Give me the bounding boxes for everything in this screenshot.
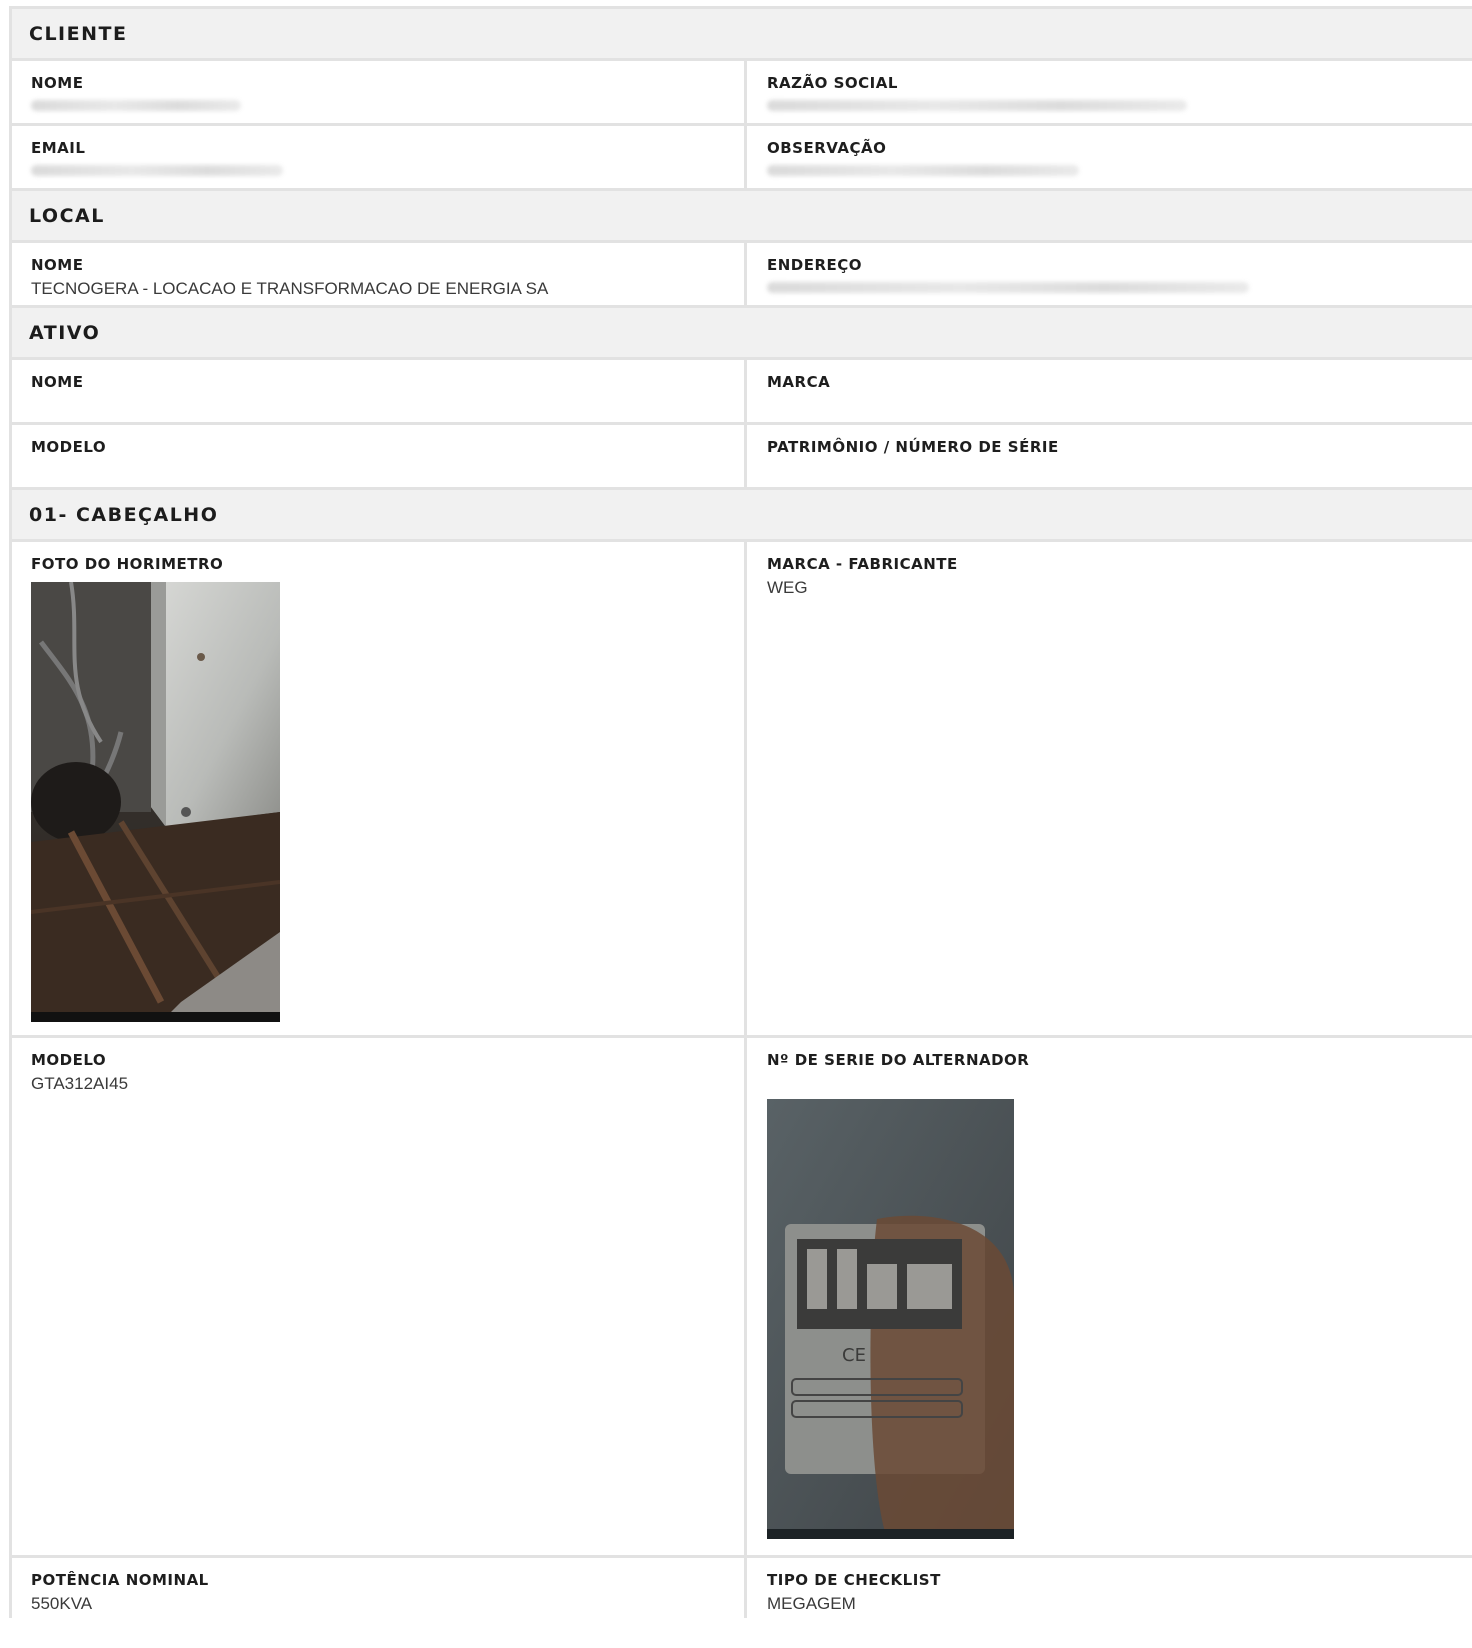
field-row: FOTO DO HORIMETRO MARCA - FABRICANTE WEG <box>12 542 1472 1038</box>
redacted-value <box>767 165 1079 176</box>
field-row: NOME RAZÃO SOCIAL <box>12 61 1472 126</box>
alternador-plate-photo-image: CE <box>767 1099 1014 1539</box>
field-row: EMAIL OBSERVAÇÃO <box>12 126 1472 191</box>
field-label: OBSERVAÇÃO <box>767 139 887 157</box>
section-header-cliente: CLIENTE <box>12 9 1472 61</box>
field-email: EMAIL <box>12 126 747 188</box>
field-label: FOTO DO HORIMETRO <box>31 555 224 573</box>
field-ativo-marca: MARCA <box>747 360 1472 422</box>
field-label: NOME <box>31 373 84 391</box>
field-modelo: MODELO GTA312AI45 <box>12 1038 747 1555</box>
ce-mark: CE <box>842 1345 866 1366</box>
field-ativo-modelo: MODELO <box>12 425 747 487</box>
section-header-local: LOCAL <box>12 191 1472 243</box>
section-header-cabecalho: 01- CABEÇALHO <box>12 490 1472 542</box>
field-label: POTÊNCIA NOMINAL <box>31 1571 209 1589</box>
section-title: ATIVO <box>29 321 101 344</box>
horimetro-photo[interactable] <box>31 582 280 1022</box>
field-value: 550KVA <box>31 1594 93 1613</box>
field-foto-horimetro: FOTO DO HORIMETRO <box>12 542 747 1035</box>
field-label: MARCA <box>767 373 831 391</box>
field-endereco: ENDEREÇO <box>747 243 1472 305</box>
alternador-plate-photo[interactable]: CE <box>767 1099 1014 1539</box>
field-label: TIPO DE CHECKLIST <box>767 1571 941 1589</box>
field-label: NOME <box>31 74 84 92</box>
field-label: MODELO <box>31 438 107 456</box>
field-row: POTÊNCIA NOMINAL 550KVA TIPO DE CHECKLIS… <box>12 1558 1472 1618</box>
section-title: 01- CABEÇALHO <box>29 503 219 526</box>
field-row: MODELO PATRIMÔNIO / NÚMERO DE SÉRIE <box>12 425 1472 490</box>
field-observacao: OBSERVAÇÃO <box>747 126 1472 188</box>
field-razao-social: RAZÃO SOCIAL <box>747 61 1472 123</box>
field-tipo-checklist: TIPO DE CHECKLIST MEGAGEM <box>747 1558 1472 1618</box>
field-value: MEGAGEM <box>767 1594 856 1613</box>
field-label: EMAIL <box>31 139 86 157</box>
redacted-value <box>767 100 1187 111</box>
field-value: WEG <box>767 578 808 597</box>
field-label: PATRIMÔNIO / NÚMERO DE SÉRIE <box>767 438 1059 456</box>
field-label: NOME <box>31 256 84 274</box>
field-label: MARCA - FABRICANTE <box>767 555 958 573</box>
checklist-report: CLIENTE NOME RAZÃO SOCIAL EMAIL OBSERVAÇ… <box>9 6 1472 1618</box>
field-marca-fabricante: MARCA - FABRICANTE WEG <box>747 542 1472 1035</box>
field-label: RAZÃO SOCIAL <box>767 74 898 92</box>
field-serie-alternador: Nº DE SERIE DO ALTERNADOR CE <box>747 1038 1472 1555</box>
field-potencia-nominal: POTÊNCIA NOMINAL 550KVA <box>12 1558 747 1618</box>
horimetro-photo-image <box>31 582 280 1022</box>
section-title: LOCAL <box>29 204 105 227</box>
field-value: TECNOGERA - LOCACAO E TRANSFORMACAO DE E… <box>31 279 549 298</box>
field-label: ENDEREÇO <box>767 256 863 274</box>
section-header-ativo: ATIVO <box>12 308 1472 360</box>
field-row: MODELO GTA312AI45 Nº DE SERIE DO ALTERNA… <box>12 1038 1472 1558</box>
field-label: MODELO <box>31 1051 107 1069</box>
redacted-value <box>767 282 1249 293</box>
redacted-value <box>31 100 241 111</box>
field-row: NOME MARCA <box>12 360 1472 425</box>
field-patrimonio: PATRIMÔNIO / NÚMERO DE SÉRIE <box>747 425 1472 487</box>
field-local-nome: NOME TECNOGERA - LOCACAO E TRANSFORMACAO… <box>12 243 747 305</box>
redacted-value <box>31 165 283 176</box>
field-ativo-nome: NOME <box>12 360 747 422</box>
field-row: NOME TECNOGERA - LOCACAO E TRANSFORMACAO… <box>12 243 1472 308</box>
section-title: CLIENTE <box>29 22 128 45</box>
field-label: Nº DE SERIE DO ALTERNADOR <box>767 1051 1030 1069</box>
field-value: GTA312AI45 <box>31 1074 129 1093</box>
field-cliente-nome: NOME <box>12 61 747 123</box>
